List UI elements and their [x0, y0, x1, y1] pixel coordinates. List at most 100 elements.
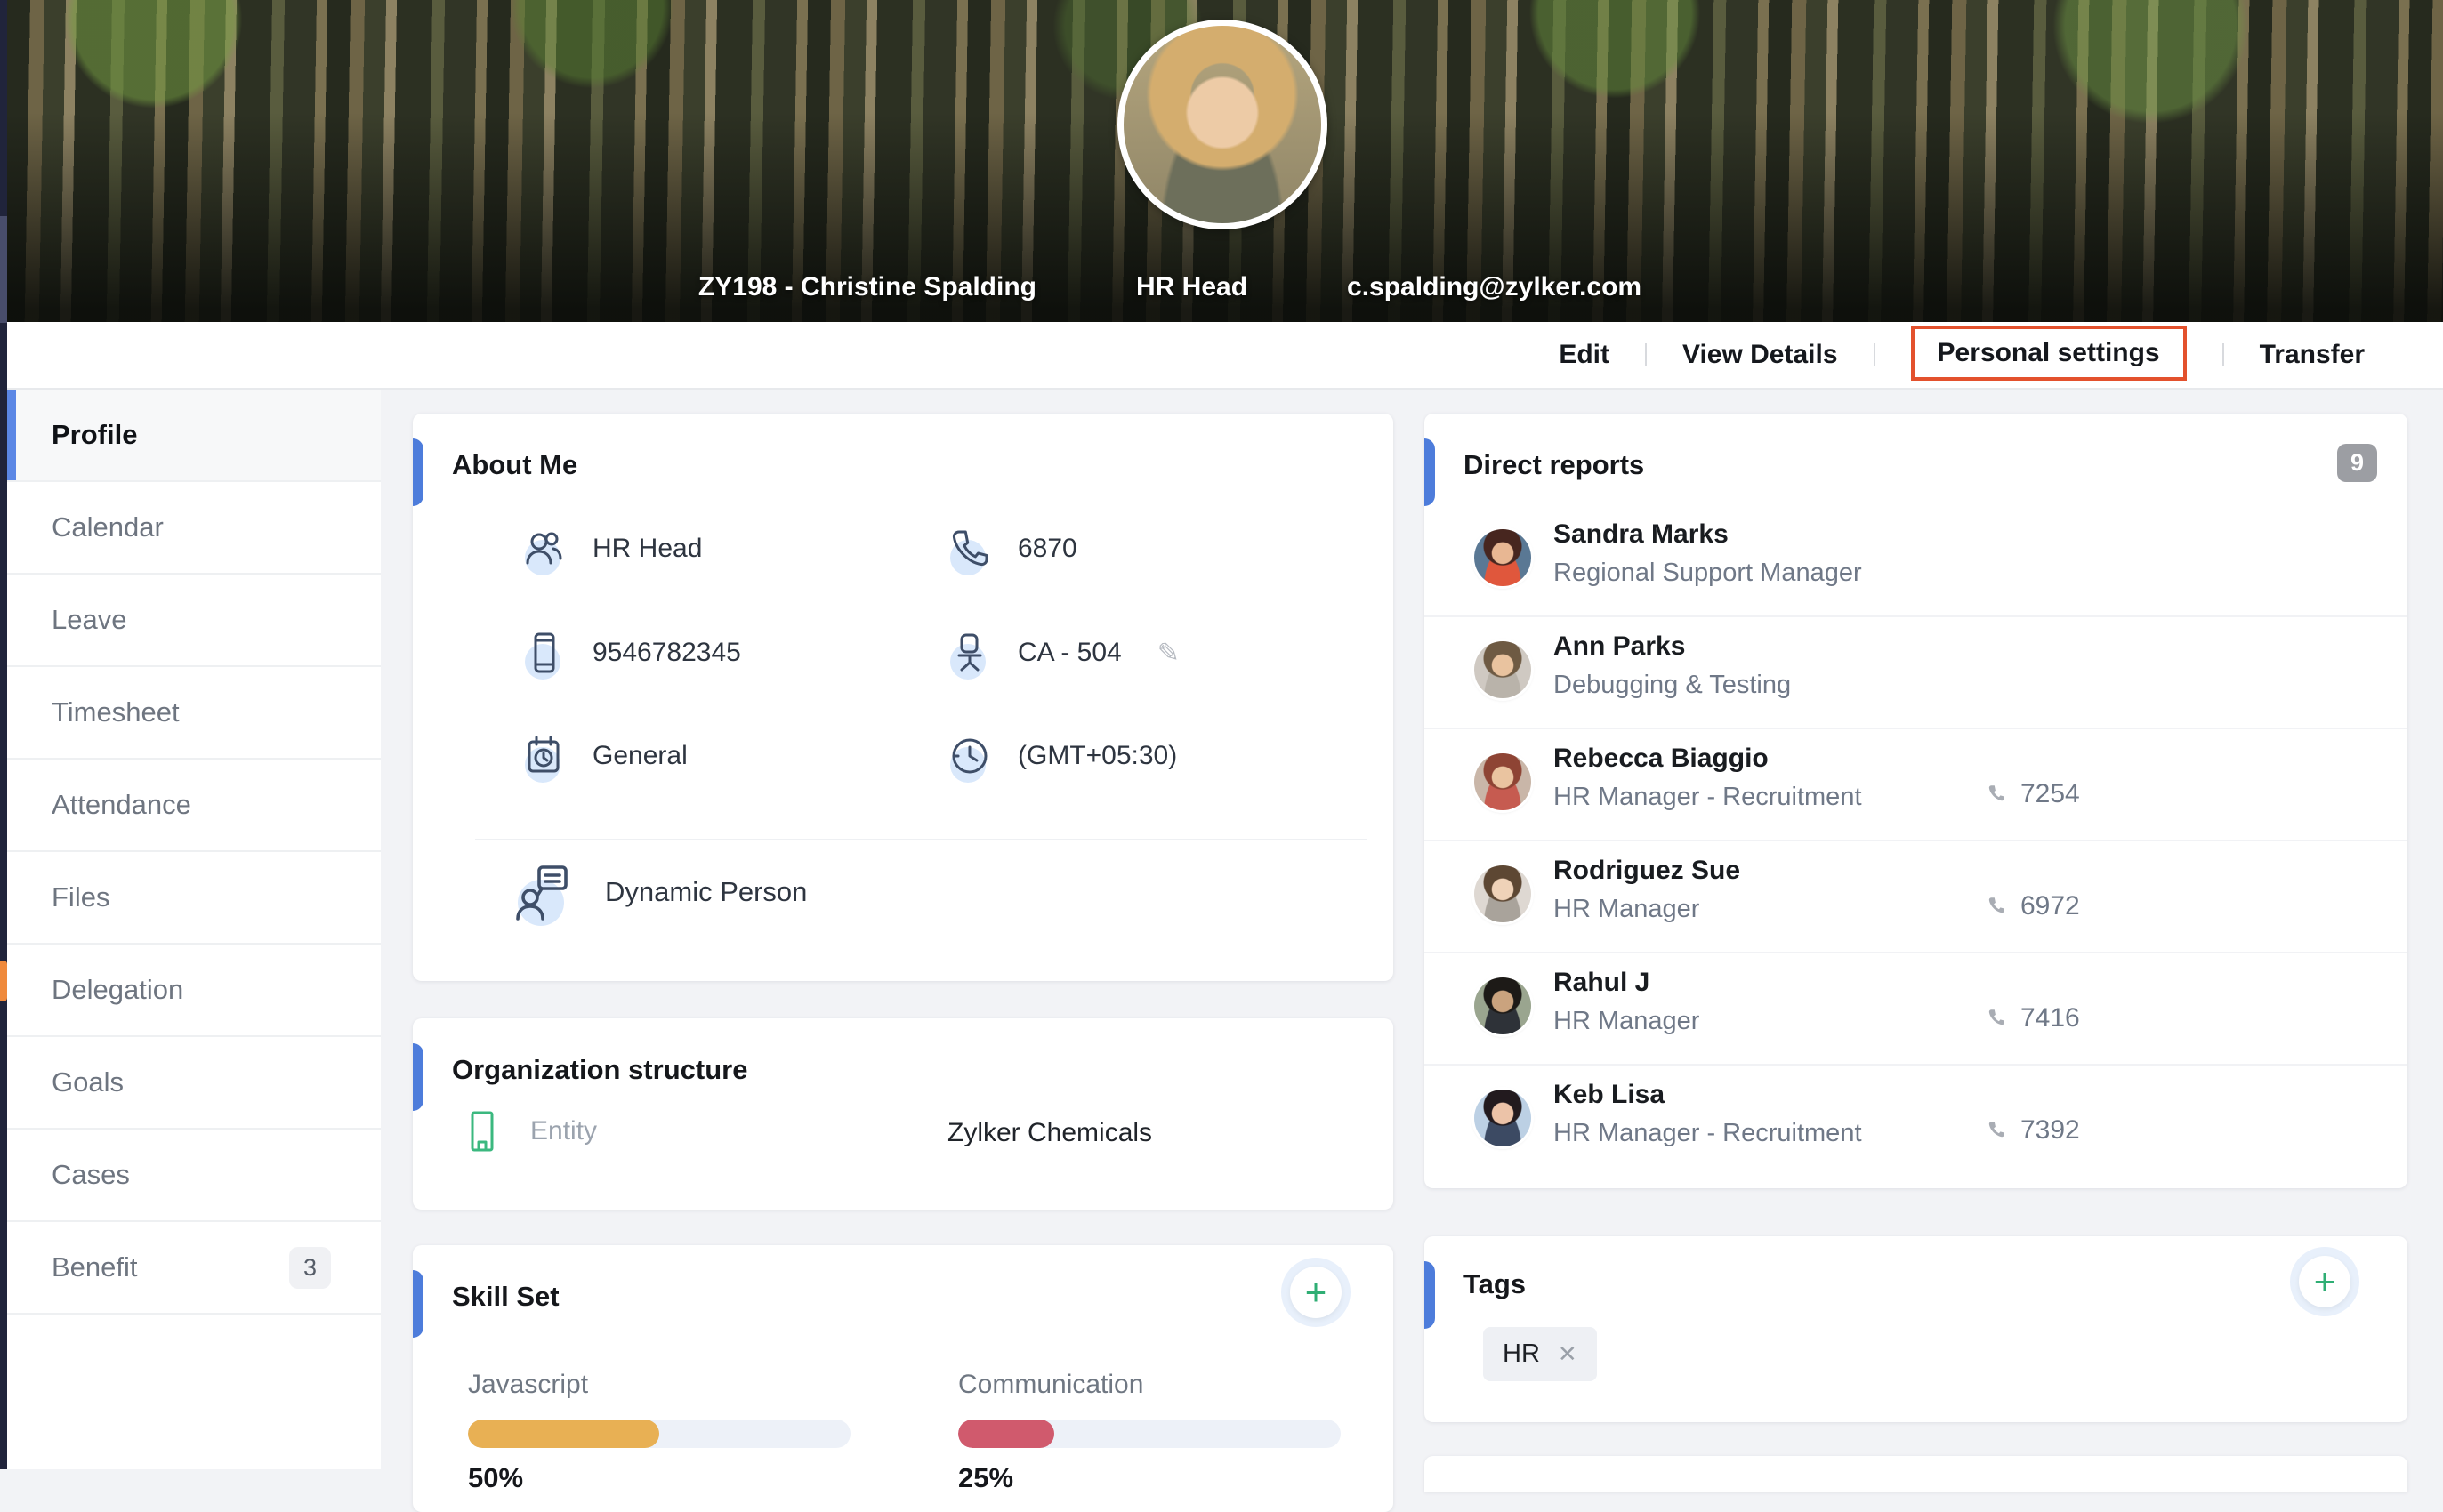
entity-label: Entity: [530, 1116, 597, 1146]
sidebar-item-files[interactable]: Files: [7, 852, 381, 945]
tag-label: HR: [1503, 1339, 1540, 1369]
report-avatar: [1474, 529, 1531, 586]
about-field-value: Dynamic Person: [605, 876, 807, 908]
sidebar-item-label: Delegation: [52, 974, 183, 1006]
organization-structure-card: Organization structure Entity Zylker Che…: [413, 1018, 1393, 1210]
sidebar-item-delegation[interactable]: Delegation: [7, 945, 381, 1037]
report-role: HR Manager - Recruitment: [1553, 1119, 1862, 1148]
sidebar-item-label: Calendar: [52, 511, 164, 543]
employee-profile-page: { "banner": { "name_line": "ZY198 - Chri…: [0, 0, 2443, 1469]
direct-reports-card: Direct reports 9 Sandra Marks Regional S…: [1424, 414, 2407, 1188]
sidebar-item-attendance[interactable]: Attendance: [7, 760, 381, 852]
transfer-button[interactable]: Transfer: [2260, 340, 2365, 370]
report-avatar: [1474, 865, 1531, 922]
report-role: HR Manager: [1553, 1007, 1699, 1036]
skill-name: Communication: [958, 1370, 1341, 1400]
sidebar-item-label: Benefit: [52, 1251, 138, 1283]
about-field-dynamic-person: Dynamic Person: [511, 858, 807, 926]
dynamic-person-icon: [511, 858, 578, 926]
report-extension: 7392: [1985, 1115, 2080, 1146]
add-skill-button[interactable]: +: [1290, 1267, 1342, 1318]
extension-number: 7416: [2020, 1003, 2080, 1033]
report-name: Keb Lisa: [1553, 1080, 1665, 1110]
edit-button[interactable]: Edit: [1559, 340, 1609, 370]
card-accent: [1424, 1261, 1435, 1329]
extension-phone-icon: [945, 524, 995, 574]
benefit-count-badge: 3: [289, 1247, 331, 1289]
sidebar-item-label: Profile: [52, 419, 137, 451]
personal-settings-highlight-box: Personal settings: [1911, 326, 2187, 381]
report-role: Regional Support Manager: [1553, 559, 1862, 588]
sidebar-item-label: Cases: [52, 1159, 130, 1191]
sidebar-item-calendar[interactable]: Calendar: [7, 482, 381, 575]
profile-sidebar: Profile Calendar Leave Timesheet Attenda…: [7, 390, 381, 1469]
card-accent: [413, 1043, 423, 1111]
employee-role: HR Head: [1136, 272, 1247, 302]
profile-photo[interactable]: [1117, 20, 1327, 229]
remove-tag-icon[interactable]: ✕: [1558, 1340, 1577, 1368]
employee-email: c.spalding@zylker.com: [1347, 272, 1641, 302]
report-role: HR Manager - Recruitment: [1553, 783, 1862, 812]
sidebar-item-goals[interactable]: Goals: [7, 1037, 381, 1130]
next-card-partial: [1424, 1456, 2407, 1492]
report-avatar: [1474, 977, 1531, 1034]
shift-icon: [520, 731, 569, 781]
phone-icon: [1985, 1007, 2008, 1030]
report-extension: 6972: [1985, 891, 2080, 921]
sidebar-item-cases[interactable]: Cases: [7, 1130, 381, 1222]
skill-percent: 50%: [468, 1462, 851, 1494]
report-name: Rodriguez Sue: [1553, 856, 1740, 886]
sidebar-item-benefit[interactable]: Benefit 3: [7, 1222, 381, 1315]
extension-number: 7392: [2020, 1115, 2080, 1146]
about-field-timezone: (GMT+05:30): [945, 731, 1177, 781]
direct-reports-count-badge: 9: [2337, 444, 2377, 482]
report-row[interactable]: Keb Lisa HR Manager - Recruitment 7392: [1424, 1062, 2407, 1174]
about-me-title: About Me: [452, 449, 577, 481]
phone-icon: [1985, 783, 2008, 806]
sidebar-item-timesheet[interactable]: Timesheet: [7, 667, 381, 760]
action-divider: [1874, 343, 1875, 366]
about-field-mobile: 9546782345: [520, 628, 741, 678]
personal-settings-button[interactable]: Personal settings: [1938, 338, 2160, 367]
report-row[interactable]: Sandra Marks Regional Support Manager: [1424, 502, 2407, 614]
about-field-extension: 6870: [945, 524, 1077, 574]
edit-seating-icon[interactable]: ✎: [1157, 638, 1180, 669]
app-rail-highlight: [0, 216, 7, 323]
card-accent: [413, 1270, 423, 1338]
report-row[interactable]: Rebecca Biaggio HR Manager - Recruitment…: [1424, 726, 2407, 838]
plus-icon: +: [1305, 1274, 1327, 1311]
seating-icon: [945, 628, 995, 678]
phone-icon: [1985, 895, 2008, 918]
skill-item: Communication 25%: [958, 1370, 1341, 1494]
report-row[interactable]: Ann Parks Debugging & Testing: [1424, 614, 2407, 726]
skill-item: Javascript 50%: [468, 1370, 851, 1494]
report-row[interactable]: Rodriguez Sue HR Manager 6972: [1424, 838, 2407, 950]
skill-progress-fill: [468, 1420, 659, 1448]
report-extension: 7416: [1985, 1003, 2080, 1033]
report-name: Sandra Marks: [1553, 519, 1729, 550]
sidebar-item-label: Timesheet: [52, 696, 180, 728]
sidebar-item-label: Goals: [52, 1066, 124, 1098]
view-details-button[interactable]: View Details: [1682, 340, 1838, 370]
about-field-seating: CA - 504 ✎: [945, 628, 1180, 678]
employee-id-name: ZY198 - Christine Spalding: [698, 272, 1036, 302]
about-field-shift: General: [520, 731, 688, 781]
report-name: Ann Parks: [1553, 631, 1685, 662]
report-role: HR Manager: [1553, 895, 1699, 924]
report-row[interactable]: Rahul J HR Manager 7416: [1424, 950, 2407, 1062]
tag-chip: HR ✕: [1483, 1327, 1597, 1381]
skill-progress-fill: [958, 1420, 1054, 1448]
add-tag-button[interactable]: +: [2299, 1256, 2350, 1307]
skill-progress-track: [468, 1420, 851, 1448]
sidebar-item-leave[interactable]: Leave: [7, 575, 381, 667]
employee-summary: ZY198 - Christine Spalding HR Head c.spa…: [698, 272, 1641, 302]
about-field-value: HR Head: [593, 534, 702, 564]
extension-number: 7254: [2020, 779, 2080, 809]
timezone-icon: [945, 731, 995, 781]
phone-icon: [1985, 1119, 2008, 1142]
sidebar-item-profile[interactable]: Profile: [7, 390, 381, 482]
about-me-card: About Me HR Head 6870 9546782345: [413, 414, 1393, 981]
entity-row: Entity: [463, 1106, 597, 1156]
organization-structure-title: Organization structure: [452, 1054, 747, 1086]
sidebar-item-label: Leave: [52, 604, 126, 636]
